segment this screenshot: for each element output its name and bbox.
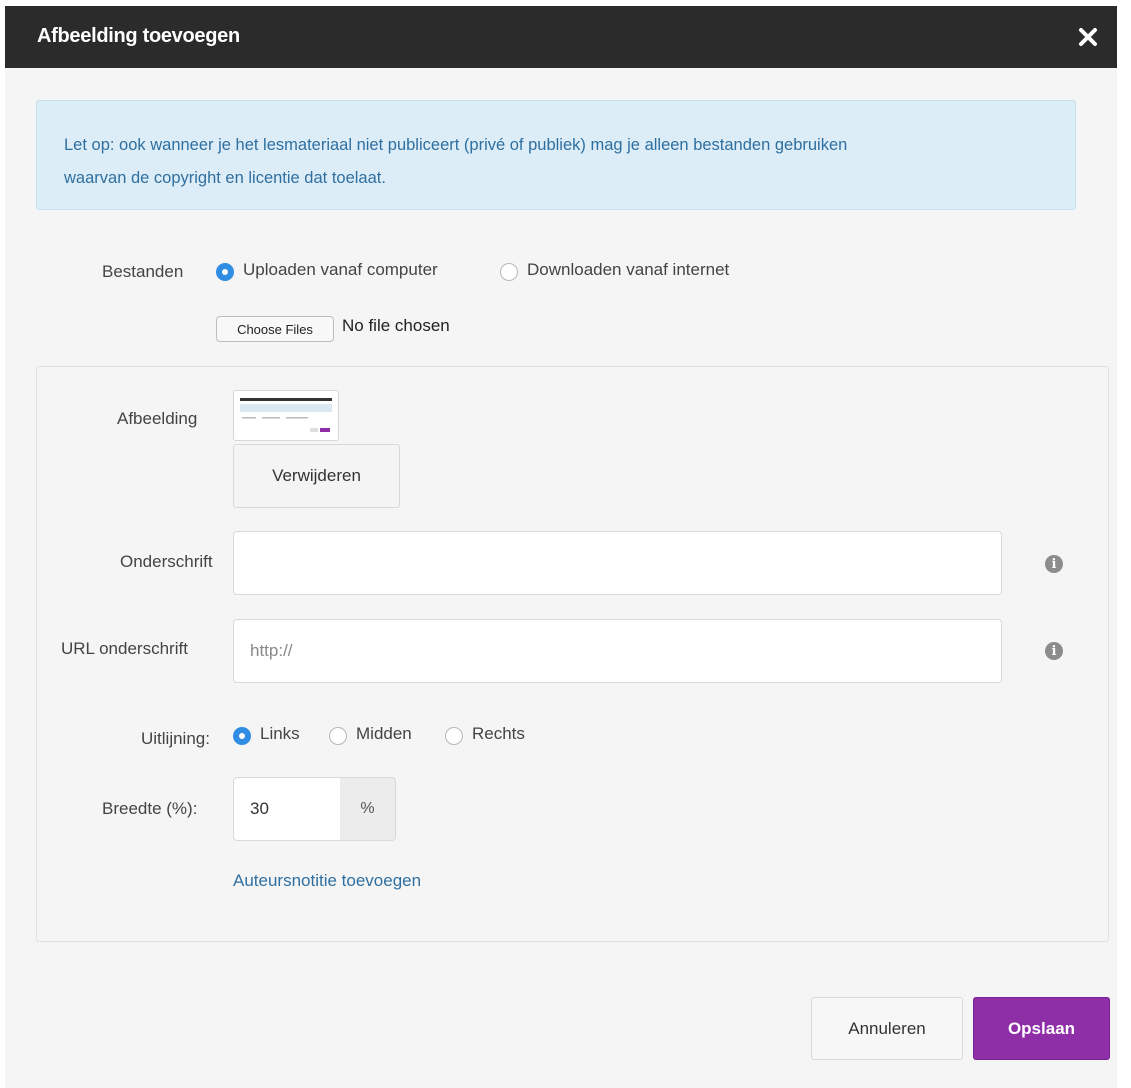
caption-url-label: URL onderschrift [61,639,188,658]
upload-radio[interactable] [216,263,234,281]
add-author-note-link[interactable]: Auteursnotitie toevoegen [233,871,421,891]
upload-radio-label[interactable]: Uploaden vanaf computer [243,260,438,280]
remove-image-button[interactable]: Verwijderen [233,444,400,508]
image-label: Afbeelding [117,409,198,428]
dialog-title: Afbeelding toevoegen [37,25,240,47]
files-label: Bestanden [102,262,184,281]
close-icon[interactable] [1071,20,1105,54]
alert-line-1: Let op: ook wanneer je het lesmateriaal … [64,136,848,154]
download-radio[interactable] [500,263,518,281]
width-label: Breedte (%): [102,799,198,818]
align-center-radio[interactable] [329,727,347,745]
caption-label: Onderschrift [120,552,213,571]
alignment-label: Uitlijning: [141,729,210,748]
align-left-radio[interactable] [233,727,251,745]
align-right-label[interactable]: Rechts [472,724,525,744]
copyright-alert: Let op: ook wanneer je het lesmateriaal … [36,100,1076,210]
dialog-header: Afbeelding toevoegen [5,6,1117,68]
image-thumbnail [233,390,339,441]
image-settings-panel: Afbeelding Verwijderen Onderschrift i UR… [36,366,1109,942]
file-status: No file chosen [342,316,450,335]
align-right-radio[interactable] [445,727,463,745]
alert-line-2: waarvan de copyright en licentie dat toe… [64,169,386,187]
caption-input[interactable] [233,531,1002,595]
dialog-body: Let op: ook wanneer je het lesmateriaal … [5,68,1117,1088]
save-button[interactable]: Opslaan [973,997,1110,1060]
caption-url-info-icon[interactable]: i [1045,642,1063,660]
cancel-button[interactable]: Annuleren [811,997,963,1060]
align-center-label[interactable]: Midden [356,724,412,744]
caption-url-input[interactable] [233,619,1002,683]
caption-info-icon[interactable]: i [1045,555,1063,573]
width-input[interactable] [233,777,341,841]
download-radio-label[interactable]: Downloaden vanaf internet [527,260,729,280]
align-left-label[interactable]: Links [260,724,300,744]
width-unit-addon: % [340,777,396,841]
choose-files-button[interactable]: Choose Files [216,316,334,342]
